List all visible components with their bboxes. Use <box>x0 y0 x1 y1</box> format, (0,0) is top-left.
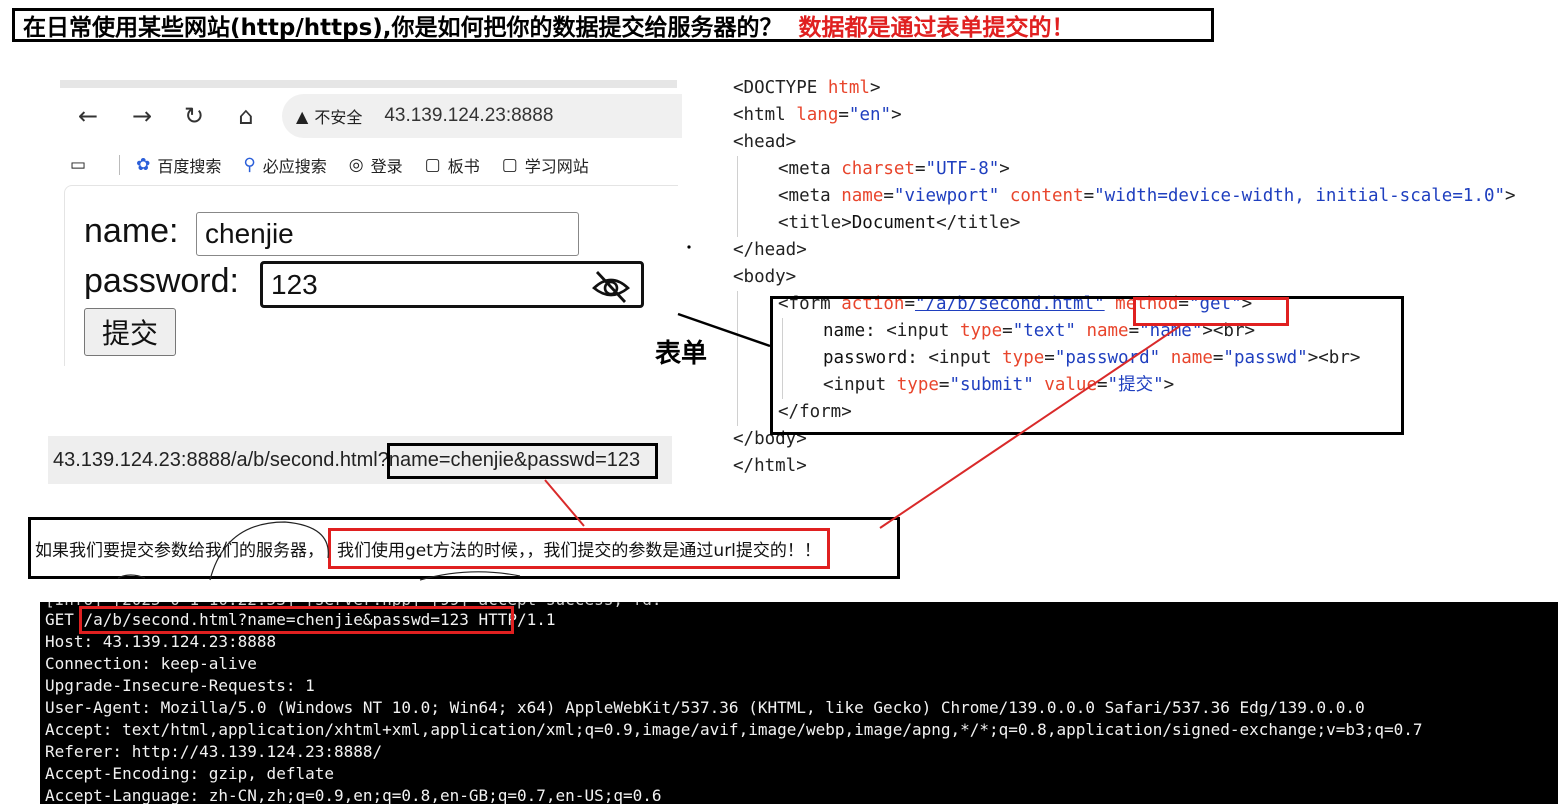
title-banner: 在日常使用某些网站(http/https),你是如何把你的数据提交给服务器的？ … <box>12 8 1214 42</box>
explanation-caption: 如果我们要提交参数给我们的服务器， 我们使用get方法的时候，，我们提交的参数是… <box>28 517 900 579</box>
forward-icon[interactable]: → <box>128 102 156 130</box>
eye-off-icon[interactable] <box>591 268 631 306</box>
form-annotation-label: 表单 <box>655 339 708 369</box>
caption-prefix: 如果我们要提交参数给我们的服务器， <box>35 540 324 561</box>
folder-icon: ▢ <box>501 155 518 175</box>
terminal-line: Host: 43.139.124.23:8888 <box>45 632 277 651</box>
back-icon[interactable]: ← <box>74 102 102 130</box>
code-line: <title>Document</title> <box>778 213 1021 233</box>
code-line: </html> <box>733 456 807 476</box>
bookmark-login[interactable]: ◎ 登录 <box>349 153 403 177</box>
method-highlight-box <box>1133 297 1289 326</box>
browser-toolbar: ← → ↻ ⌂ ▲ 不安全 43.139.124.23:8888 <box>60 92 682 140</box>
banner-answer: 数据都是通过表单提交的！ <box>798 15 1075 41</box>
code-line: <DOCTYPE html> <box>733 78 881 98</box>
insecure-label: 不安全 <box>314 108 363 127</box>
query-string-highlight-box <box>387 443 658 479</box>
terminal-line: User-Agent: Mozilla/5.0 (Windows NT 10.0… <box>45 698 1365 717</box>
home-icon[interactable]: ⌂ <box>232 102 260 130</box>
bookmark-label: 必应搜索 <box>262 157 327 176</box>
reading-list-icon[interactable]: ▭ <box>70 155 93 175</box>
bookmarks-bar: ▭ ✿ 百度搜索 ⚲ 必应搜索 ◎ 登录 ▢ 板书 ▢ 学习网站 <box>70 150 680 180</box>
dot-mark <box>687 245 691 249</box>
folder-icon: ▢ <box>424 155 441 175</box>
bookmark-board[interactable]: ▢ 板书 <box>425 153 480 177</box>
bookmark-label: 板书 <box>447 157 480 176</box>
name-input[interactable]: chenjie <box>196 212 579 256</box>
code-line: <meta name="viewport" content="width=dev… <box>778 186 1516 206</box>
password-input[interactable]: 123 <box>260 261 644 308</box>
reload-icon[interactable]: ↻ <box>180 102 208 130</box>
bookmark-baidu[interactable]: ✿ 百度搜索 <box>136 153 221 177</box>
bookmark-label: 登录 <box>370 157 403 176</box>
code-line: </head> <box>733 240 807 260</box>
password-value: 123 <box>271 268 318 300</box>
paw-icon: ✿ <box>136 155 151 175</box>
bookmark-label: 学习网站 <box>524 157 589 176</box>
terminal-line: Referer: http://43.139.124.23:8888/ <box>45 742 383 761</box>
terminal-line: Accept-Encoding: gzip, deflate <box>45 764 334 783</box>
terminal-line: Accept-Language: zh-CN,zh;q=0.9,en;q=0.8… <box>45 786 662 804</box>
terminal-line: Connection: keep-alive <box>45 654 257 673</box>
code-line: <head> <box>733 132 797 152</box>
bookmarks-divider <box>119 155 121 175</box>
search-icon: ⚲ <box>243 155 256 175</box>
globe-icon: ◎ <box>348 155 364 175</box>
bookmark-label: 百度搜索 <box>157 157 222 176</box>
warning-icon: ▲ <box>296 106 309 126</box>
request-path-highlight-box <box>79 606 514 634</box>
name-label: name: <box>84 212 179 250</box>
banner-question: 在日常使用某些网站(http/https),你是如何把你的数据提交给服务器的？ <box>23 15 783 41</box>
terminal-line: Accept: text/html,application/xhtml+xml,… <box>45 720 1423 739</box>
caption-highlight: 我们使用get方法的时候，，我们提交的参数是通过url提交的！！ <box>328 527 830 569</box>
password-label: password: <box>84 262 239 300</box>
code-line: <html lang="en"> <box>733 105 902 125</box>
bookmark-bing[interactable]: ⚲ 必应搜索 <box>243 153 326 177</box>
code-line: <body> <box>733 267 797 287</box>
form-highlight-box <box>770 296 1404 435</box>
code-line: <meta charset="UTF-8"> <box>778 159 1010 179</box>
address-host: 43.139.124.23:8888 <box>384 105 554 126</box>
bookmark-study[interactable]: ▢ 学习网站 <box>502 153 589 177</box>
terminal-line: Upgrade-Insecure-Requests: 1 <box>45 676 315 695</box>
address-bar[interactable]: ▲ 不安全 43.139.124.23:8888 <box>282 94 682 138</box>
submit-button[interactable]: 提交 <box>84 308 176 356</box>
browser-tab-strip <box>60 80 677 88</box>
